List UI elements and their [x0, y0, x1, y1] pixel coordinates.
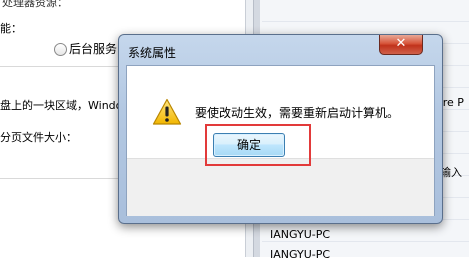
background-services-radio[interactable]	[54, 43, 67, 56]
background-performance-label: 能：	[0, 22, 22, 35]
close-button[interactable]: ✕	[379, 35, 423, 55]
background-pc-row: IANGYU-PC	[270, 228, 331, 241]
button-area	[127, 158, 434, 216]
background-virtual-memory-text: 盘上的一块区域，Windo	[0, 99, 123, 112]
warning-icon	[152, 98, 182, 125]
close-icon: ✕	[395, 36, 407, 51]
background-top-text: 处理器资源：	[2, 0, 68, 9]
background-pc-row: IANGYU-PC	[270, 248, 331, 261]
background-paging-file-text: 分页文件大小：	[0, 131, 77, 144]
highlight-box	[205, 124, 311, 166]
dialog-title: 系统属性	[128, 46, 177, 60]
background-services-radio-label: 后台服务	[69, 42, 118, 56]
background-right-input-text: 输入	[440, 166, 462, 179]
dialog-message: 要使改动生效，需要重新启动计算机。	[195, 106, 400, 120]
